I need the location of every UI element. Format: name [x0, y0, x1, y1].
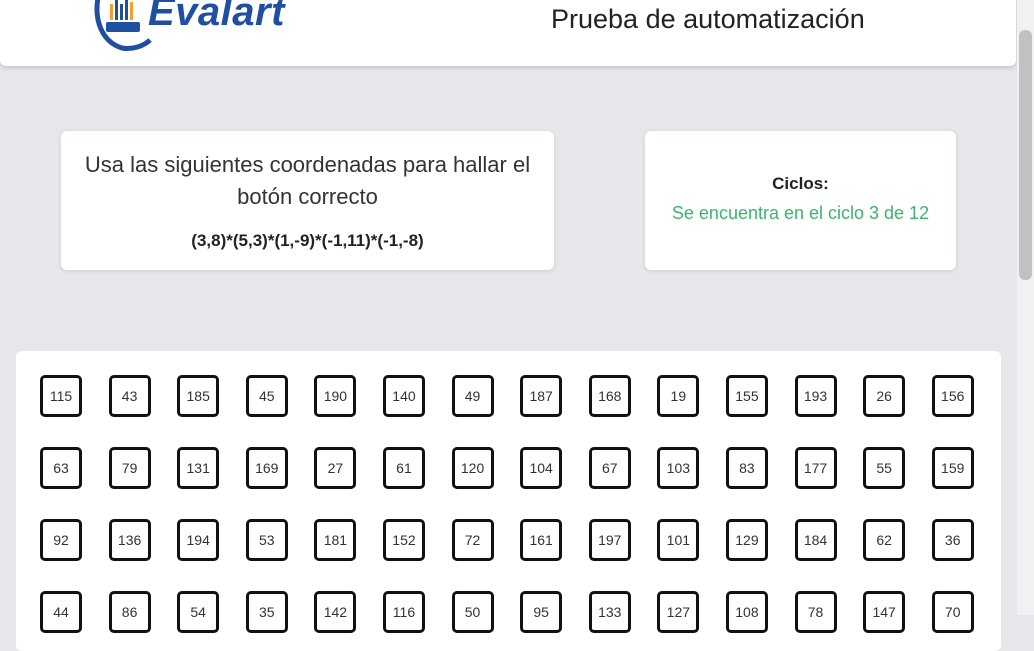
- number-button[interactable]: 187: [520, 375, 563, 417]
- number-button[interactable]: 159: [931, 447, 974, 489]
- number-button[interactable]: 193: [794, 375, 837, 417]
- number-button[interactable]: 190: [314, 375, 357, 417]
- number-button[interactable]: 36: [931, 519, 974, 561]
- number-button[interactable]: 133: [588, 591, 631, 633]
- number-button[interactable]: 61: [382, 447, 425, 489]
- number-button[interactable]: 26: [863, 375, 906, 417]
- number-button[interactable]: 115: [40, 375, 82, 417]
- number-button[interactable]: 184: [794, 519, 837, 561]
- page-title: Prueba de automatización: [551, 4, 865, 34]
- number-button[interactable]: 62: [863, 519, 906, 561]
- number-button[interactable]: 169: [245, 447, 288, 489]
- number-button[interactable]: 142: [314, 591, 357, 633]
- number-button[interactable]: 103: [657, 447, 700, 489]
- number-button[interactable]: 116: [382, 591, 425, 633]
- number-button[interactable]: 101: [657, 519, 700, 561]
- number-button[interactable]: 155: [725, 375, 768, 417]
- number-button[interactable]: 55: [863, 447, 906, 489]
- number-button[interactable]: 194: [177, 519, 220, 561]
- vertical-scrollbar[interactable]: [1017, 0, 1034, 615]
- scrollbar-thumb[interactable]: [1019, 30, 1032, 280]
- number-button[interactable]: 136: [108, 519, 151, 561]
- number-button[interactable]: 63: [40, 447, 82, 489]
- number-button[interactable]: 45: [245, 375, 288, 417]
- number-button[interactable]: 50: [451, 591, 494, 633]
- instructions-card: Usa las siguientes coordenadas para hall…: [61, 131, 554, 270]
- number-button[interactable]: 53: [245, 519, 288, 561]
- number-button[interactable]: 27: [314, 447, 357, 489]
- button-grid-panel: 115 43 185 45 190 140 49 187 168 19 155 193 26 156 63 7…: [16, 351, 1001, 651]
- number-button[interactable]: 147: [863, 591, 906, 633]
- number-button[interactable]: 86: [108, 591, 151, 633]
- number-button[interactable]: 72: [451, 519, 494, 561]
- number-button-grid: 115 43 185 45 190 140 49 187 168 19 155 193 26 156 63 7…: [40, 375, 974, 633]
- number-button[interactable]: 131: [177, 447, 220, 489]
- number-button[interactable]: 44: [40, 591, 82, 633]
- number-button[interactable]: 43: [108, 375, 151, 417]
- number-button[interactable]: 54: [177, 591, 220, 633]
- coordinates-text: (3,8)*(5,3)*(1,-9)*(-1,11)*(-1,-8): [191, 231, 424, 250]
- number-button[interactable]: 83: [725, 447, 768, 489]
- logo-icon: [94, 0, 152, 51]
- cycles-status: Se encuentra en el ciclo 3 de 12: [671, 203, 930, 223]
- number-button[interactable]: 78: [794, 591, 837, 633]
- instructions-text: Usa las siguientes coordenadas para hall…: [84, 152, 531, 209]
- number-button[interactable]: 152: [382, 519, 425, 561]
- number-button[interactable]: 92: [40, 519, 82, 561]
- cycles-label: Ciclos:: [772, 174, 829, 193]
- number-button[interactable]: 35: [245, 591, 288, 633]
- number-button[interactable]: 140: [382, 375, 425, 417]
- number-button[interactable]: 120: [451, 447, 494, 489]
- number-button[interactable]: 156: [931, 375, 974, 417]
- logo-text: Evalart: [148, 0, 285, 34]
- evalart-logo: Evalart: [92, 0, 342, 56]
- number-button[interactable]: 70: [931, 591, 974, 633]
- number-button[interactable]: 177: [794, 447, 837, 489]
- number-button[interactable]: 67: [588, 447, 631, 489]
- header: Evalart Prueba de automatización: [0, 0, 1016, 66]
- number-button[interactable]: 181: [314, 519, 357, 561]
- number-button[interactable]: 127: [657, 591, 700, 633]
- number-button[interactable]: 104: [520, 447, 563, 489]
- number-button[interactable]: 197: [588, 519, 631, 561]
- number-button[interactable]: 185: [177, 375, 220, 417]
- cycles-card: Ciclos: Se encuentra en el ciclo 3 de 12: [645, 131, 956, 270]
- number-button[interactable]: 161: [520, 519, 563, 561]
- number-button[interactable]: 95: [520, 591, 563, 633]
- number-button[interactable]: 79: [108, 447, 151, 489]
- number-button[interactable]: 49: [451, 375, 494, 417]
- number-button[interactable]: 168: [588, 375, 631, 417]
- number-button[interactable]: 108: [725, 591, 768, 633]
- number-button[interactable]: 19: [657, 375, 700, 417]
- number-button[interactable]: 129: [725, 519, 768, 561]
